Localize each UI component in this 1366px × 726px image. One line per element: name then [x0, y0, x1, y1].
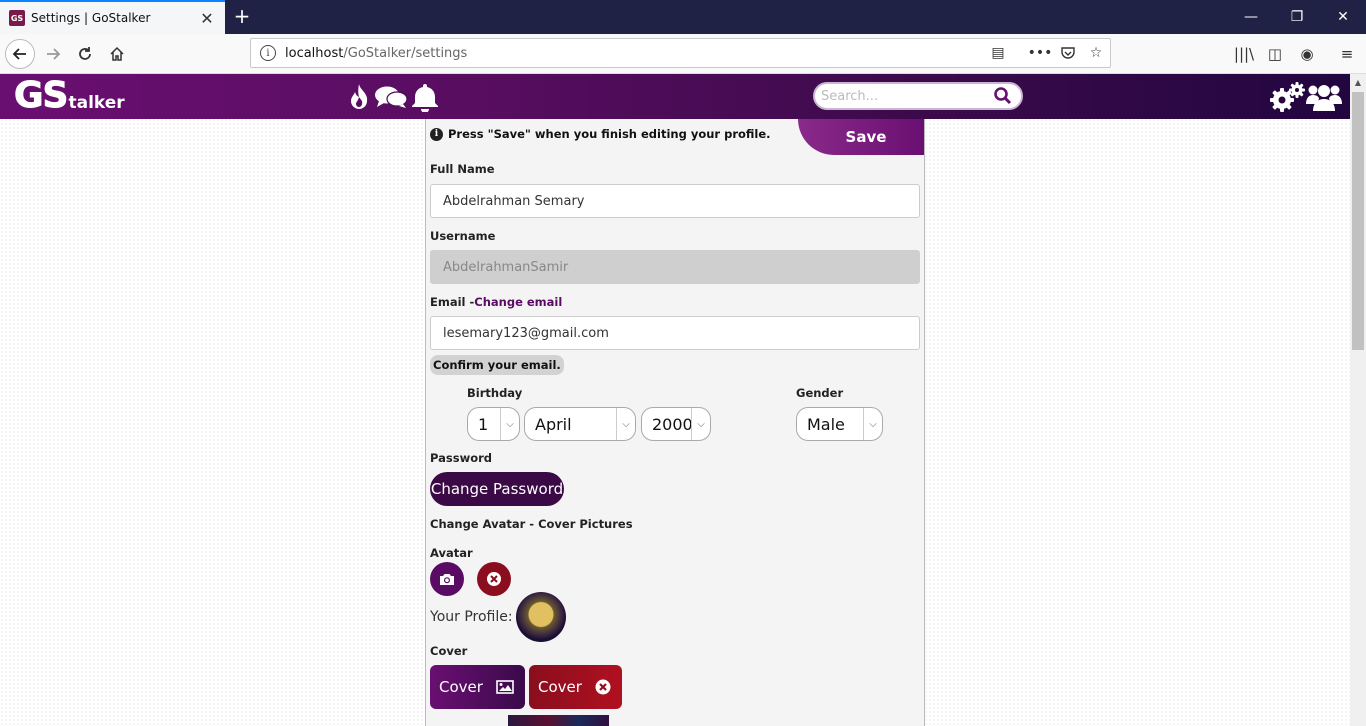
username-field: AbdelrahmanSamir — [430, 250, 920, 284]
change-email-link[interactable]: Change email — [474, 295, 562, 309]
site-info-icon[interactable]: i — [260, 45, 276, 61]
browser-navbar: i localhost/GoStalker/settings ▤ ••• ☆ |… — [0, 34, 1366, 74]
tab-title: Settings | GoStalker — [31, 11, 151, 25]
logo-talker: talker — [68, 93, 125, 113]
trending-flame-icon[interactable] — [348, 83, 370, 111]
close-window-button[interactable]: ✕ — [1320, 0, 1366, 34]
reader-view-icon[interactable]: ▤ — [984, 39, 1012, 67]
profile-avatar — [515, 592, 566, 642]
search-box — [813, 82, 1023, 110]
image-icon — [496, 680, 514, 694]
site-favicon-icon: GS — [9, 10, 25, 26]
camera-icon — [440, 574, 454, 585]
cover-preview-image — [508, 715, 609, 726]
reload-icon — [79, 47, 91, 60]
page-viewport: GS talker Search... i Press "Save" when … — [0, 74, 1350, 726]
back-arrow-icon — [12, 48, 26, 60]
remove-cover-label: Cover — [538, 678, 582, 696]
birth-month-value: April — [535, 414, 572, 434]
info-icon: i — [430, 127, 443, 141]
page-actions-icon[interactable]: ••• — [1026, 39, 1054, 67]
remove-circle-icon — [487, 572, 501, 586]
restore-window-button[interactable]: ❐ — [1274, 0, 1320, 34]
gender-select[interactable]: Male ⌵ — [796, 407, 883, 441]
upload-cover-button[interactable]: Cover — [430, 665, 525, 709]
birth-day-select[interactable]: 1 ⌵ — [467, 407, 520, 441]
remove-avatar-button[interactable] — [477, 562, 511, 596]
remove-circle-icon — [595, 679, 611, 695]
minimize-window-button[interactable]: — — [1228, 0, 1274, 34]
your-profile-row: Your Profile: — [430, 592, 566, 642]
settings-panel: i Press "Save" when you finish editing y… — [425, 119, 925, 726]
chevron-down-icon: ⌵ — [616, 408, 635, 440]
birth-month-select[interactable]: April ⌵ — [524, 407, 636, 441]
forward-arrow-icon — [47, 48, 61, 60]
scroll-thumb[interactable] — [1352, 92, 1364, 350]
logo-gs: GS — [13, 75, 69, 116]
search-input[interactable] — [821, 88, 993, 104]
sidebar-icon[interactable]: ◫ — [1260, 39, 1290, 69]
home-button[interactable] — [102, 39, 132, 69]
birthday-label: Birthday — [467, 386, 523, 400]
close-tab-icon[interactable]: ✕ — [197, 8, 217, 28]
address-bar[interactable]: i localhost/GoStalker/settings ▤ ••• ☆ — [250, 38, 1111, 68]
forward-button[interactable] — [38, 39, 68, 69]
upload-cover-label: Cover — [439, 678, 483, 696]
account-icon[interactable]: ◉ — [1292, 39, 1322, 69]
birth-day-value: 1 — [478, 414, 489, 434]
confirm-email-button[interactable]: Confirm your email. — [430, 355, 564, 375]
email-label: Email -Change email — [430, 295, 562, 309]
cover-label: Cover — [430, 644, 468, 658]
notifications-bell-icon[interactable] — [411, 82, 439, 112]
birth-year-value: 2000 — [652, 414, 693, 434]
home-icon — [110, 46, 124, 61]
page-scrollbar[interactable]: ▲ — [1350, 74, 1366, 726]
pocket-icon[interactable] — [1054, 39, 1082, 67]
change-password-button[interactable]: Change Password — [430, 472, 564, 506]
scroll-up-icon[interactable]: ▲ — [1350, 74, 1366, 90]
friends-users-icon[interactable] — [1306, 82, 1342, 112]
new-tab-button[interactable]: + — [230, 4, 254, 28]
email-label-text: Email - — [430, 295, 475, 309]
upload-avatar-button[interactable] — [430, 562, 464, 596]
username-label: Username — [430, 229, 496, 243]
bookmark-star-icon[interactable]: ☆ — [1082, 39, 1110, 67]
pictures-heading: Change Avatar - Cover Pictures — [430, 517, 633, 531]
url-text[interactable]: localhost/GoStalker/settings — [285, 46, 984, 61]
your-profile-label: Your Profile: — [430, 609, 513, 625]
gender-label: Gender — [796, 386, 844, 400]
menu-icon[interactable]: ≡ — [1332, 39, 1362, 69]
gostalker-logo[interactable]: GS talker — [13, 75, 125, 116]
chevron-down-icon: ⌵ — [691, 408, 710, 440]
url-host: localhost — [285, 45, 344, 61]
app-header: GS talker — [0, 74, 1350, 119]
gender-value: Male — [807, 414, 845, 434]
full-name-field[interactable]: Abdelrahman Semary — [430, 184, 920, 218]
full-name-label: Full Name — [430, 162, 495, 176]
birth-year-select[interactable]: 2000 ⌵ — [641, 407, 711, 441]
save-button[interactable]: Save — [798, 119, 924, 155]
back-button[interactable] — [5, 39, 35, 69]
messages-icon[interactable] — [374, 85, 408, 109]
chevron-down-icon: ⌵ — [863, 408, 882, 440]
email-field[interactable]: lesemary123@gmail.com — [430, 316, 920, 350]
url-path: /GoStalker/settings — [343, 45, 468, 61]
settings-gears-icon[interactable] — [1268, 80, 1306, 114]
save-notice-text: Press "Save" when you finish editing you… — [448, 127, 771, 141]
avatar-label: Avatar — [430, 546, 473, 560]
browser-tabbar: GS Settings | GoStalker ✕ + — ❐ ✕ — [0, 0, 1366, 34]
library-icon[interactable]: |||\ — [1229, 39, 1259, 69]
search-icon[interactable] — [993, 86, 1013, 106]
reload-button[interactable] — [70, 39, 100, 69]
password-label: Password — [430, 451, 492, 465]
chevron-down-icon: ⌵ — [500, 408, 519, 440]
save-notice: i Press "Save" when you finish editing y… — [430, 127, 771, 141]
remove-cover-button[interactable]: Cover — [529, 665, 622, 709]
browser-tab[interactable]: GS Settings | GoStalker ✕ — [0, 0, 225, 34]
